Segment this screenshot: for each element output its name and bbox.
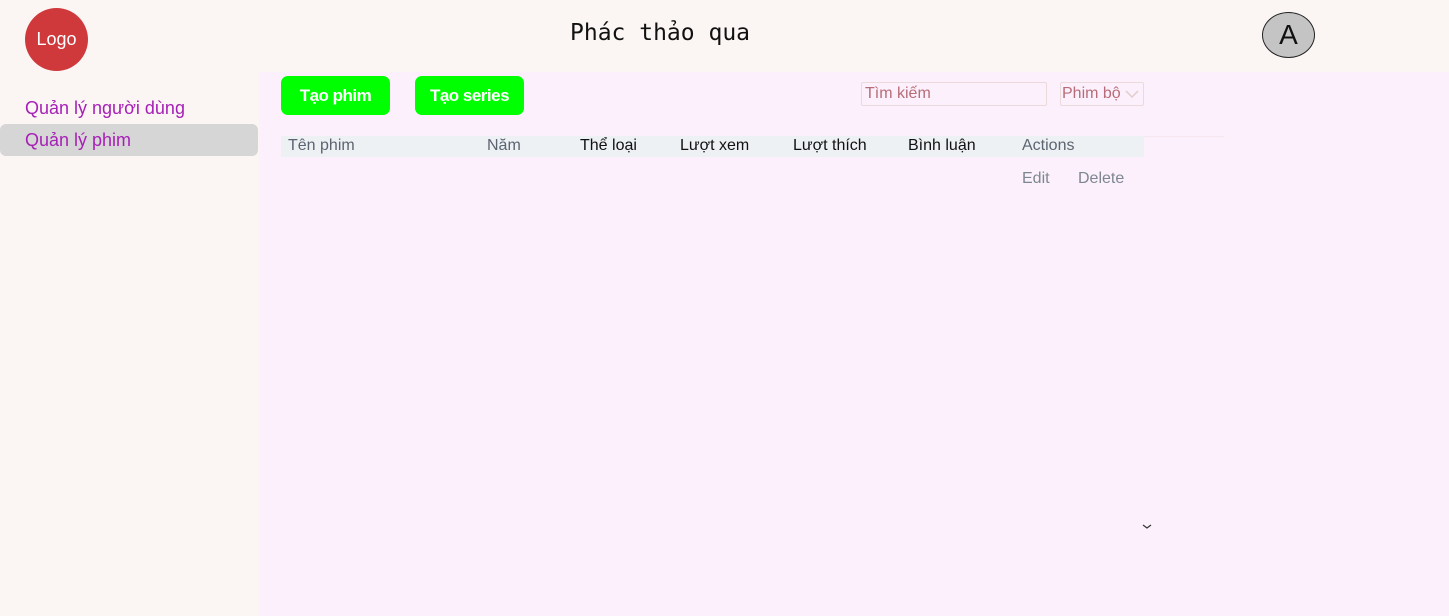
column-header-comments: Bình luận — [908, 137, 976, 154]
logo[interactable]: Logo — [25, 8, 88, 71]
column-header-genre: Thể loại — [580, 137, 637, 154]
main-content: Tạo phim Tạo series Tìm kiếm Phim bộ Tên… — [259, 72, 1449, 616]
column-header-title: Tên phim — [288, 137, 355, 154]
table-header: Tên phim Năm Thể loại Lượt xem Lượt thíc… — [281, 136, 1144, 157]
sidebar-item-label: Quản lý người dùng — [25, 97, 185, 118]
edit-button[interactable]: Edit — [1022, 170, 1050, 188]
column-header-likes: Lượt thích — [793, 137, 867, 154]
delete-button[interactable]: Delete — [1078, 170, 1124, 188]
create-movie-button[interactable]: Tạo phim — [281, 76, 390, 115]
column-header-actions: Actions — [1022, 137, 1075, 154]
avatar[interactable]: A — [1262, 12, 1315, 58]
logo-text: Logo — [36, 29, 77, 49]
sidebar-item-label: Quản lý phim — [25, 129, 132, 150]
category-filter-select[interactable]: Phim bộ — [1060, 82, 1144, 106]
divider — [1144, 136, 1224, 137]
column-header-year: Năm — [487, 137, 521, 154]
avatar-letter: A — [1279, 19, 1298, 50]
chevron-down-icon[interactable] — [1141, 523, 1153, 531]
sidebar-item-movie-management[interactable]: Quản lý phim — [0, 124, 258, 156]
create-series-button[interactable]: Tạo series — [415, 76, 524, 115]
search-placeholder: Tìm kiếm — [865, 85, 931, 102]
sidebar: Quản lý người dùng Quản lý phim — [0, 92, 258, 156]
page-title: Phác thảo qua — [570, 20, 751, 46]
chevron-down-icon — [1125, 90, 1139, 99]
search-input[interactable]: Tìm kiếm — [861, 82, 1047, 106]
category-filter-value: Phim bộ — [1062, 85, 1121, 102]
sidebar-item-user-management[interactable]: Quản lý người dùng — [0, 92, 258, 124]
column-header-views: Lượt xem — [680, 137, 750, 154]
